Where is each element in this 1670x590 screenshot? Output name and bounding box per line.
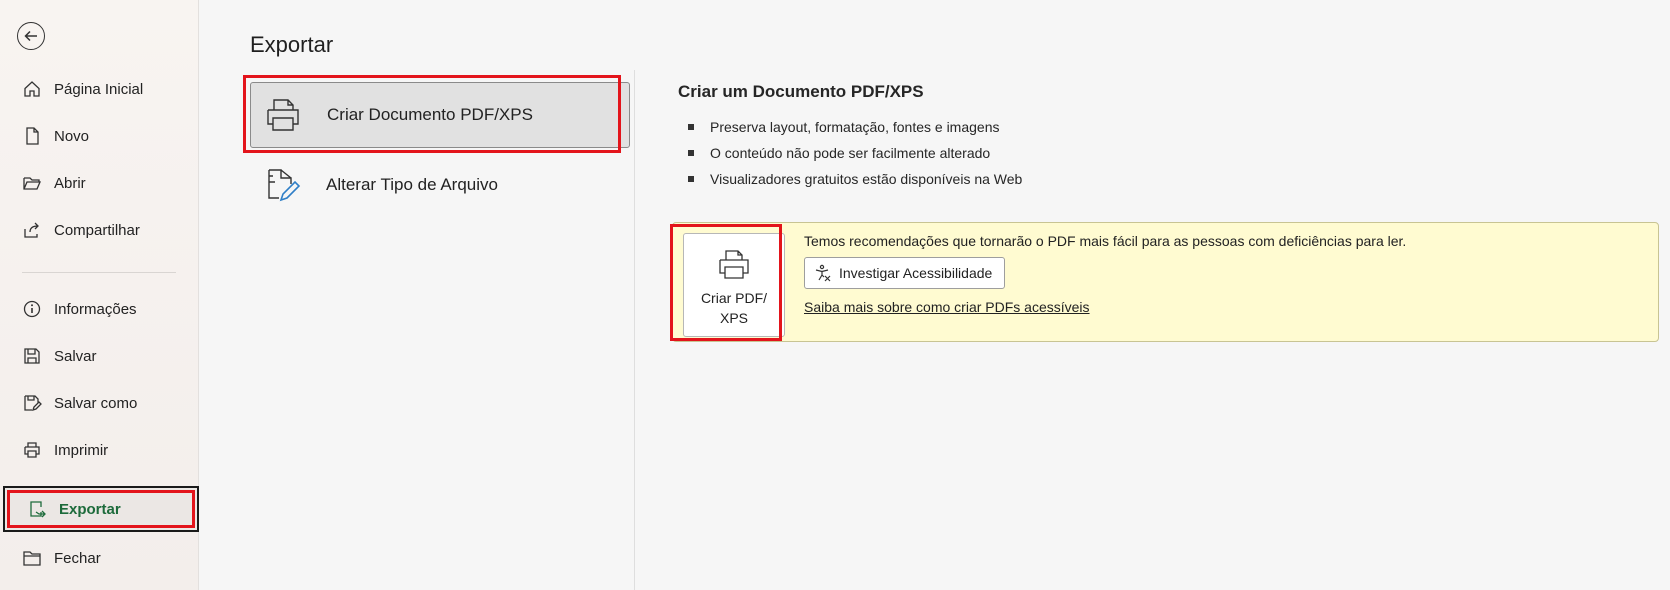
sidebar-item-label: Novo xyxy=(54,127,90,145)
sidebar-item-label: Imprimir xyxy=(54,441,109,459)
sidebar-item-close[interactable]: Fechar xyxy=(0,535,199,581)
pdf-printer-icon xyxy=(719,250,749,279)
new-document-icon xyxy=(22,126,42,146)
sidebar-item-save[interactable]: Salvar xyxy=(0,333,199,379)
pdf-printer-icon xyxy=(263,95,303,135)
back-arrow-icon xyxy=(24,30,37,42)
sidebar-item-label: Abrir xyxy=(54,174,86,192)
accessibility-recommendation-box: Criar PDF/ XPS Temos recomendações que t… xyxy=(670,222,1659,342)
list-item: O conteúdo não pode ser facilmente alter… xyxy=(678,140,1658,166)
export-pane: Exportar Criar Documento PDF/XPS Alterar… xyxy=(200,0,1670,590)
sidebar-item-label: Página Inicial xyxy=(54,80,144,98)
info-icon xyxy=(22,299,42,319)
sidebar-item-info[interactable]: Informações xyxy=(0,286,199,332)
print-icon xyxy=(22,440,42,460)
sidebar-divider xyxy=(22,272,176,273)
sidebar-item-open[interactable]: Abrir xyxy=(0,160,199,206)
list-item: Preserva layout, formatação, fontes e im… xyxy=(678,114,1658,140)
bullet-text: O conteúdo não pode ser facilmente alter… xyxy=(710,145,991,161)
list-item: Visualizadores gratuitos estão disponíve… xyxy=(678,166,1658,192)
open-folder-icon xyxy=(22,173,42,193)
bullet-icon xyxy=(688,150,694,156)
sidebar-item-label: Salvar xyxy=(54,347,97,365)
export-options-list: Criar Documento PDF/XPS Alterar Tipo de … xyxy=(240,70,635,590)
bullet-text: Preserva layout, formatação, fontes e im… xyxy=(710,119,1000,135)
sidebar-item-export[interactable]: Exportar xyxy=(3,486,199,532)
create-pdf-xps-button[interactable]: Criar PDF/ XPS xyxy=(683,233,785,337)
sidebar-item-label: Exportar xyxy=(59,500,121,518)
recommendation-text: Temos recomendações que tornarão o PDF m… xyxy=(804,233,1407,249)
share-icon xyxy=(22,220,42,240)
detail-panel: Criar um Documento PDF/XPS Preserva layo… xyxy=(678,82,1658,192)
sidebar-item-label: Fechar xyxy=(54,549,101,567)
page-title: Exportar xyxy=(250,32,334,57)
sidebar-item-save-as[interactable]: Salvar como xyxy=(0,380,199,426)
check-accessibility-label: Investigar Acessibilidade xyxy=(839,265,993,281)
option-label: Criar Documento PDF/XPS xyxy=(327,105,533,124)
detail-heading: Criar um Documento PDF/XPS xyxy=(678,82,924,101)
back-button[interactable] xyxy=(17,22,45,50)
home-icon xyxy=(22,79,42,99)
save-as-icon xyxy=(22,393,42,413)
feature-list: Preserva layout, formatação, fontes e im… xyxy=(678,114,1658,192)
save-icon xyxy=(22,346,42,366)
sidebar-item-home[interactable]: Página Inicial xyxy=(0,66,199,112)
bullet-icon xyxy=(688,176,694,182)
option-change-file-type[interactable]: Alterar Tipo de Arquivo xyxy=(250,152,630,218)
export-icon xyxy=(27,499,47,519)
change-file-type-icon xyxy=(262,165,302,205)
sidebar-item-label: Compartilhar xyxy=(54,221,140,239)
create-pdf-xps-label: Criar PDF/ XPS xyxy=(700,290,768,326)
close-folder-icon xyxy=(22,548,42,568)
sidebar-item-share[interactable]: Compartilhar xyxy=(0,207,199,253)
sidebar-item-label: Salvar como xyxy=(54,394,138,412)
sidebar-item-new[interactable]: Novo xyxy=(0,113,199,159)
option-label: Alterar Tipo de Arquivo xyxy=(326,175,498,194)
sidebar-item-label: Informações xyxy=(54,300,137,318)
accessibility-icon xyxy=(813,263,833,283)
backstage-sidebar: Página Inicial Novo Abrir Compartilhar I… xyxy=(0,0,199,590)
check-accessibility-button[interactable]: Investigar Acessibilidade xyxy=(804,257,1006,289)
learn-more-link[interactable]: Saiba mais sobre como criar PDFs acessív… xyxy=(804,299,1090,315)
sidebar-item-print[interactable]: Imprimir xyxy=(0,427,199,473)
option-create-pdf-xps[interactable]: Criar Documento PDF/XPS xyxy=(250,82,630,148)
bullet-text: Visualizadores gratuitos estão disponíve… xyxy=(710,171,1023,187)
bullet-icon xyxy=(688,124,694,130)
